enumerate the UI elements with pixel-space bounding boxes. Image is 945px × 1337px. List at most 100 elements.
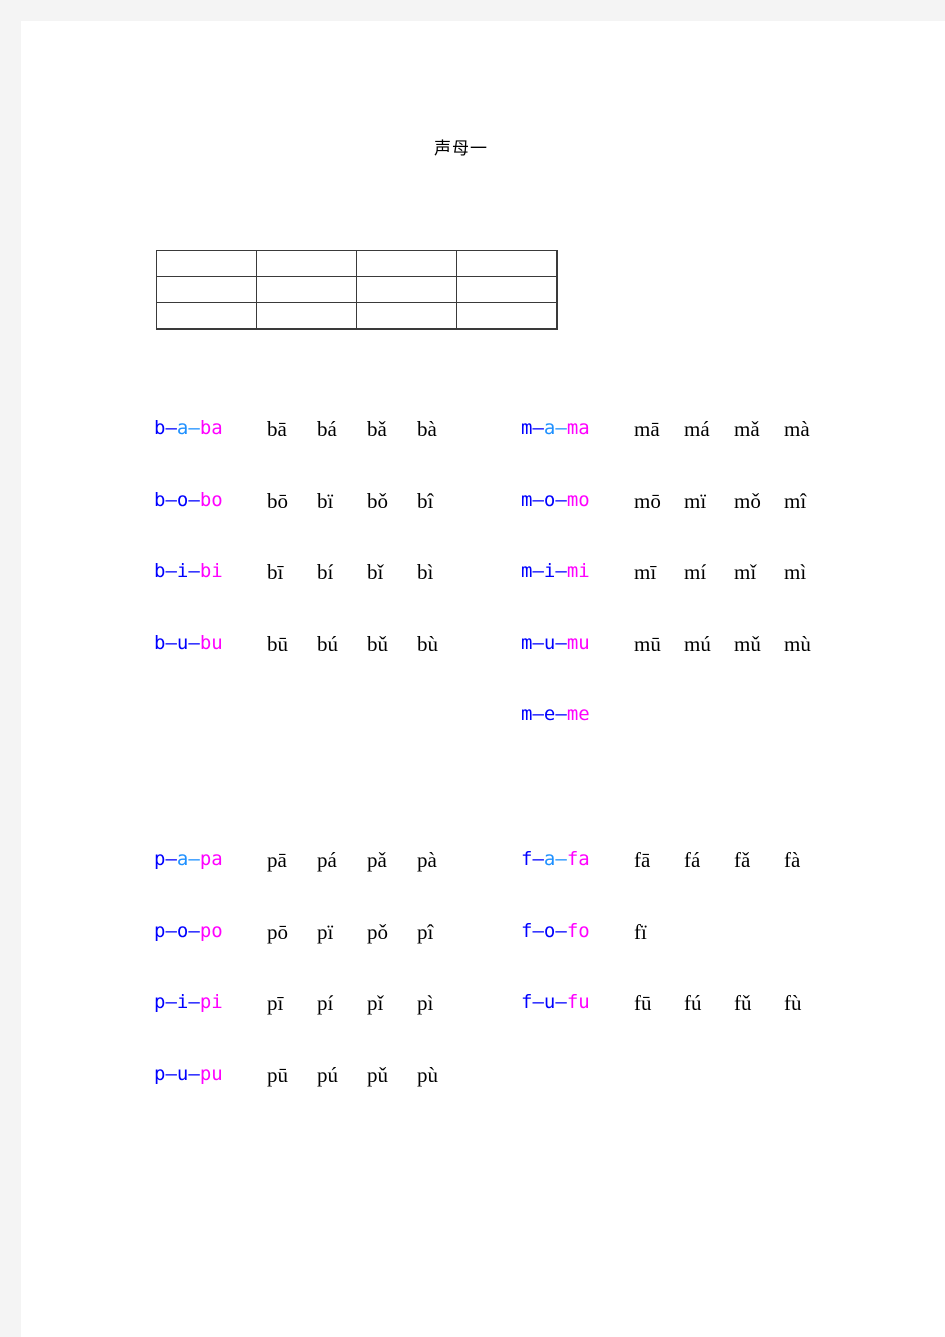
formula-dash-1: –	[532, 848, 544, 870]
tone-syllable-group: mō mï mǒ mî	[634, 489, 834, 514]
formula-rime: u	[543, 631, 556, 654]
tone-syllable-group: pō pï pǒ pî	[267, 920, 467, 945]
tone-syllable: bì	[417, 560, 434, 584]
syllable-formula: b–u–bu	[154, 632, 223, 654]
tone-syllable: mì	[784, 560, 807, 584]
formula-rime: o	[176, 919, 189, 942]
tone-syllable-group: mī mí mǐ mì	[634, 560, 834, 585]
grid-cell[interactable]	[156, 302, 257, 330]
formula-onset: p	[154, 1062, 166, 1085]
tone-syllable: fǔ	[734, 991, 752, 1015]
formula-dash-1: –	[165, 919, 177, 942]
syllable-formula: p–o–po	[154, 920, 223, 942]
syllable-formula: m–i–mi	[521, 560, 590, 582]
table-row	[156, 276, 558, 303]
grid-cell[interactable]	[456, 302, 558, 330]
tone-syllable-group: bō bï bǒ bî	[267, 489, 467, 514]
tone-syllable: mū	[634, 631, 661, 656]
tone-syllable: bï	[317, 488, 334, 513]
tone-syllable-group: fā fá fǎ fà	[634, 848, 834, 873]
grid-cell[interactable]	[456, 276, 558, 303]
formula-rime: a	[543, 417, 556, 439]
tone-syllable: pī	[267, 991, 284, 1015]
syllable-formula: p–a–pa	[154, 848, 223, 870]
tone-syllable: mï	[684, 488, 707, 513]
formula-dash-2: –	[555, 919, 567, 942]
grid-cell[interactable]	[156, 250, 257, 277]
formula-rime: e	[543, 703, 556, 725]
syllable-formula: b–i–bi	[154, 560, 223, 582]
formula-dash-1: –	[165, 991, 177, 1013]
tone-syllable: bî	[417, 488, 434, 513]
formula-onset: f	[521, 991, 533, 1013]
tone-syllable: fú	[684, 991, 702, 1015]
formula-rime: o	[543, 919, 556, 942]
formula-onset: f	[521, 919, 533, 942]
formula-dash-1: –	[165, 417, 177, 439]
tone-syllable: pā	[267, 848, 287, 872]
formula-dash-2: –	[188, 991, 200, 1013]
formula-dash-1: –	[532, 417, 544, 439]
formula-onset: m	[521, 560, 533, 582]
tone-syllable: bǎ	[367, 417, 387, 441]
grid-cell[interactable]	[256, 302, 357, 330]
formula-result: fu	[566, 991, 590, 1013]
formula-onset: b	[154, 417, 166, 439]
formula-onset: m	[521, 631, 533, 654]
formula-result: fa	[566, 848, 590, 870]
tone-syllable: má	[684, 417, 710, 441]
formula-dash-2: –	[555, 703, 567, 725]
tone-syllable: mǔ	[734, 631, 761, 656]
grid-cell[interactable]	[356, 302, 457, 330]
formula-onset: p	[154, 848, 166, 870]
grid-cell[interactable]	[356, 250, 457, 277]
tone-syllable: fï	[634, 919, 647, 944]
formula-result: fo	[566, 919, 590, 942]
tone-syllable: fù	[784, 991, 802, 1015]
tone-syllable: pō	[267, 919, 288, 944]
formula-dash-2: –	[555, 631, 567, 654]
grid-cell[interactable]	[256, 250, 357, 277]
grid-cell[interactable]	[456, 250, 558, 277]
formula-result: me	[566, 703, 590, 725]
formula-onset: m	[521, 703, 533, 725]
tone-syllable: bǔ	[367, 631, 388, 656]
grid-cell[interactable]	[356, 276, 457, 303]
formula-onset: b	[154, 488, 166, 511]
tone-syllable: bī	[267, 560, 284, 584]
tone-syllable: bá	[317, 417, 337, 441]
formula-dash-2: –	[188, 631, 200, 654]
syllable-formula: b–o–bo	[154, 489, 223, 511]
formula-rime: i	[176, 560, 189, 582]
page-title: 声母一	[434, 139, 488, 159]
formula-dash-2: –	[188, 560, 200, 582]
tone-syllable-group: fï	[634, 920, 684, 945]
tone-syllable: mǐ	[734, 560, 757, 584]
syllable-formula: b–a–ba	[154, 417, 223, 439]
tone-syllable: fā	[634, 848, 651, 872]
grid-cell[interactable]	[156, 276, 257, 303]
syllable-formula: m–a–ma	[521, 417, 590, 439]
tone-syllable-group: bū bú bǔ bù	[267, 632, 467, 657]
tone-syllable: fū	[634, 991, 652, 1015]
tone-syllable: mō	[634, 488, 661, 513]
tone-syllable: pǔ	[367, 1062, 388, 1087]
practice-grid-body	[156, 250, 558, 330]
grid-cell[interactable]	[256, 276, 357, 303]
syllable-formula: f–u–fu	[521, 991, 590, 1013]
formula-result: pa	[199, 848, 223, 870]
tone-syllable-group: fū fú fǔ fù	[634, 991, 834, 1016]
formula-dash-2: –	[188, 919, 200, 942]
tone-syllable: pǐ	[367, 991, 384, 1015]
tone-syllable: bà	[417, 417, 437, 441]
formula-dash-1: –	[165, 560, 177, 582]
tone-syllable: pú	[317, 1062, 338, 1087]
syllable-formula: m–e–me	[521, 703, 590, 725]
tone-syllable-group: pā pá pǎ pà	[267, 848, 467, 873]
formula-rime: a	[176, 848, 189, 870]
tone-syllable: pá	[317, 848, 337, 872]
tone-syllable-group: mā má mǎ mà	[634, 417, 834, 442]
formula-rime: o	[176, 488, 189, 511]
tone-syllable-group: pū pú pǔ pù	[267, 1063, 467, 1088]
tone-syllable: mǒ	[734, 488, 761, 513]
